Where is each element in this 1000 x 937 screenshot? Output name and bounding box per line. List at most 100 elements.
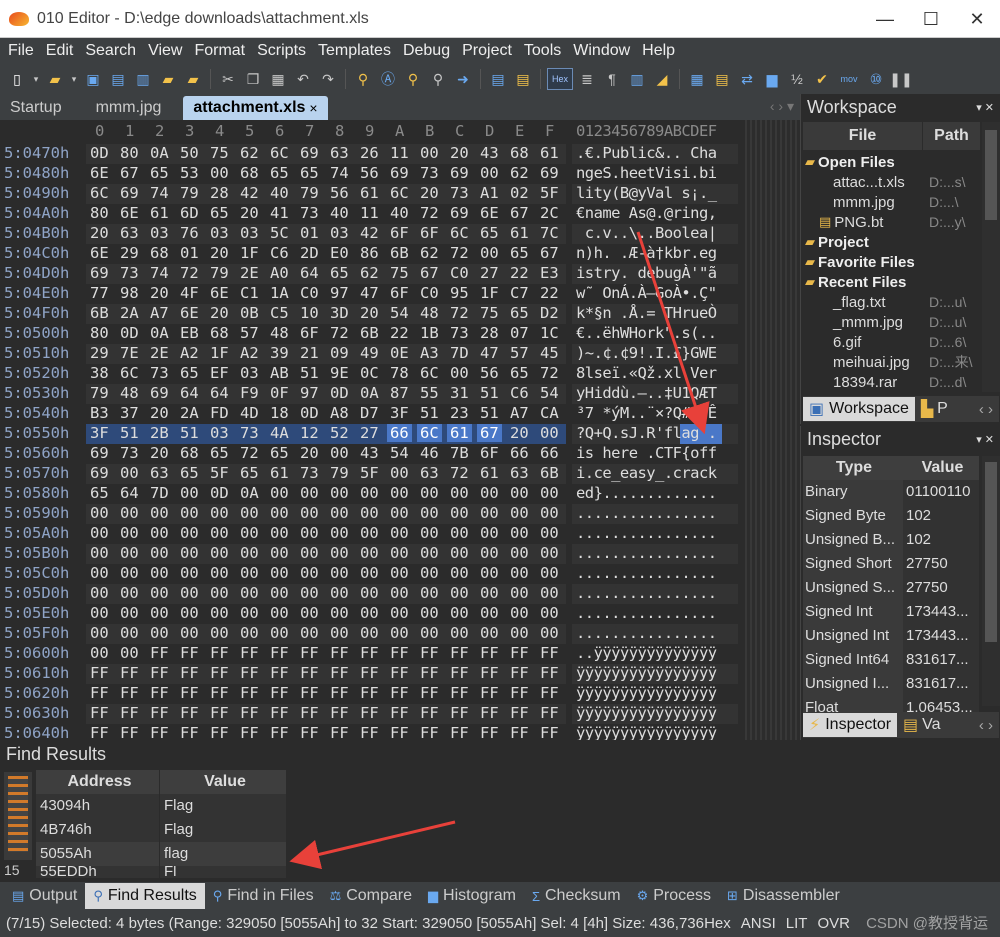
tab-close-icon[interactable]: × [309, 100, 317, 116]
hex-row[interactable]: 5:05F0h 00 00 00 00 00 00 00 00 00 00 00 00 00 00 00 00.… [0, 624, 745, 644]
hex-byte[interactable]: 0F [270, 384, 289, 402]
hex-byte[interactable]: 27 [480, 264, 499, 282]
inspector-value[interactable]: 01100110 [903, 479, 979, 504]
hex-byte[interactable]: 6F [300, 324, 319, 342]
save-as-icon[interactable]: ▤ [107, 68, 129, 90]
hex-ascii[interactable]: yHiddù.—..‡U1QÆT [576, 384, 717, 402]
hex-byte[interactable]: FF [330, 664, 349, 682]
workspace-file[interactable]: _mmm.jpg D:...u\ [801, 312, 981, 332]
hex-byte[interactable]: 00 [420, 604, 439, 622]
hex-byte[interactable]: 80 [90, 324, 109, 342]
hex-byte[interactable]: 26 [360, 144, 379, 162]
hex-byte[interactable]: 6E [90, 244, 109, 262]
hex-byte[interactable]: 00 [510, 504, 529, 522]
hex-byte[interactable]: 61 [480, 464, 499, 482]
paste-icon[interactable]: ▦ [267, 68, 289, 90]
hex-byte[interactable]: 0A [150, 144, 169, 162]
hex-byte[interactable]: 00 [120, 624, 139, 642]
hex-byte[interactable]: 62 [420, 244, 439, 262]
hex-byte[interactable]: 00 [90, 644, 109, 662]
hex-byte[interactable]: 00 [90, 564, 109, 582]
hex-byte[interactable]: 00 [510, 584, 529, 602]
hex-byte[interactable]: FF [390, 684, 409, 702]
hex-byte[interactable]: FF [510, 644, 529, 662]
hex-byte[interactable]: 80 [120, 144, 139, 162]
hex-byte[interactable]: 00 [540, 424, 559, 442]
hex-byte[interactable]: 00 [270, 544, 289, 562]
hex-ascii[interactable]: ................ [576, 524, 717, 542]
hex-byte[interactable]: 00 [210, 524, 229, 542]
hex-byte[interactable]: 00 [360, 564, 379, 582]
hex-byte[interactable]: 00 [390, 464, 409, 482]
hex-byte[interactable]: 6B [90, 304, 109, 322]
hex-byte[interactable]: FF [510, 704, 529, 722]
hex-byte[interactable]: 69 [90, 464, 109, 482]
hex-byte[interactable]: 7C [540, 224, 559, 242]
hex-byte[interactable]: 00 [450, 364, 469, 382]
inspector-row[interactable]: Signed Int64 831617... [803, 647, 979, 672]
hex-byte[interactable]: 00 [210, 164, 229, 182]
find-result-row[interactable]: 4B746h Flag [36, 818, 286, 842]
hex-byte[interactable]: 6F [390, 284, 409, 302]
hex-byte[interactable]: 72 [240, 444, 259, 462]
hex-row[interactable]: 5:0510h 29 7E 2E A2 1F A2 39 21 09 49 0E A3 7D 47 57 45)… [0, 344, 745, 364]
hex-byte[interactable]: 00 [90, 504, 109, 522]
tab-attachment-xls[interactable]: attachment.xls × [183, 96, 328, 120]
close-button[interactable]: ✕ [954, 0, 1000, 38]
hex-byte[interactable]: 03 [150, 224, 169, 242]
hex-byte[interactable]: FF [540, 664, 559, 682]
hex-byte[interactable]: 67 [477, 424, 502, 442]
hex-byte[interactable]: 00 [450, 504, 469, 522]
hex-byte[interactable]: FF [270, 644, 289, 662]
hex-byte[interactable]: A3 [420, 344, 439, 362]
hex-byte[interactable]: 67 [510, 204, 529, 222]
hex-byte[interactable]: 51 [300, 364, 319, 382]
hex-byte[interactable]: 03 [210, 424, 229, 442]
hex-byte[interactable]: FF [420, 664, 439, 682]
menu-templates[interactable]: Templates [314, 42, 399, 60]
hex-byte[interactable]: 00 [360, 524, 379, 542]
hex-byte[interactable]: 3D [330, 304, 349, 322]
bottom-tab-find-results[interactable]: ⚲ Find Results [85, 883, 205, 909]
hex-byte[interactable]: 6E [180, 304, 199, 322]
copy-icon[interactable]: ❐ [242, 68, 264, 90]
hex-byte[interactable]: 65 [180, 464, 199, 482]
hex-byte[interactable]: 7E [120, 344, 139, 362]
inspector-scrollbar[interactable] [982, 456, 1000, 706]
find-in-files-icon[interactable]: ⚲ [402, 68, 424, 90]
hex-byte[interactable]: 00 [420, 504, 439, 522]
hex-byte[interactable]: 22 [540, 284, 559, 302]
hex-byte[interactable]: 62 [360, 264, 379, 282]
hex-byte[interactable]: FF [420, 684, 439, 702]
hex-byte[interactable]: 01 [300, 224, 319, 242]
menu-file[interactable]: File [4, 42, 42, 60]
hex-byte[interactable]: 00 [270, 624, 289, 642]
hex-byte[interactable]: 5C [270, 224, 289, 242]
hex-ascii[interactable]: )~.¢.¢9!.I.£}GWE [576, 344, 717, 362]
hex-byte[interactable]: FF [480, 664, 499, 682]
hex-byte[interactable]: 69 [120, 184, 139, 202]
inspector-row[interactable]: Binary 01100110 [803, 479, 979, 504]
hex-byte[interactable]: 61 [540, 144, 559, 162]
hex-byte[interactable]: 6B [540, 464, 559, 482]
hex-byte[interactable]: 18 [270, 404, 289, 422]
hex-row[interactable]: 5:0500h 80 0D 0A EB 68 57 48 6F 72 6B 22 1B 73 28 07 1C €… [0, 324, 745, 344]
hex-byte[interactable]: FF [240, 644, 259, 662]
hex-byte[interactable]: 37 [120, 404, 139, 422]
bottom-tab-histogram[interactable]: ▆ Histogram [420, 883, 524, 909]
hex-byte[interactable]: 00 [120, 524, 139, 542]
hex-byte[interactable]: 00 [240, 504, 259, 522]
hex-byte[interactable]: 64 [300, 264, 319, 282]
hex-byte[interactable]: 22 [390, 324, 409, 342]
hex-byte[interactable]: 73 [300, 204, 319, 222]
hex-byte[interactable]: 79 [300, 184, 319, 202]
hex-byte[interactable]: 2C [540, 204, 559, 222]
hex-byte[interactable]: 56 [360, 164, 379, 182]
hex-row[interactable]: 5:0520h 38 6C 73 65 EF 03 AB 51 9E 0C 78 6C 00 56 65 72 8… [0, 364, 745, 384]
inspector-row[interactable]: Unsigned I... 831617... [803, 671, 979, 696]
hex-byte[interactable]: 1C [540, 324, 559, 342]
hex-byte[interactable]: D2 [540, 304, 559, 322]
col-file[interactable]: File [803, 122, 923, 150]
hex-byte[interactable]: 68 [180, 444, 199, 462]
cut-icon[interactable]: ✂ [217, 68, 239, 90]
